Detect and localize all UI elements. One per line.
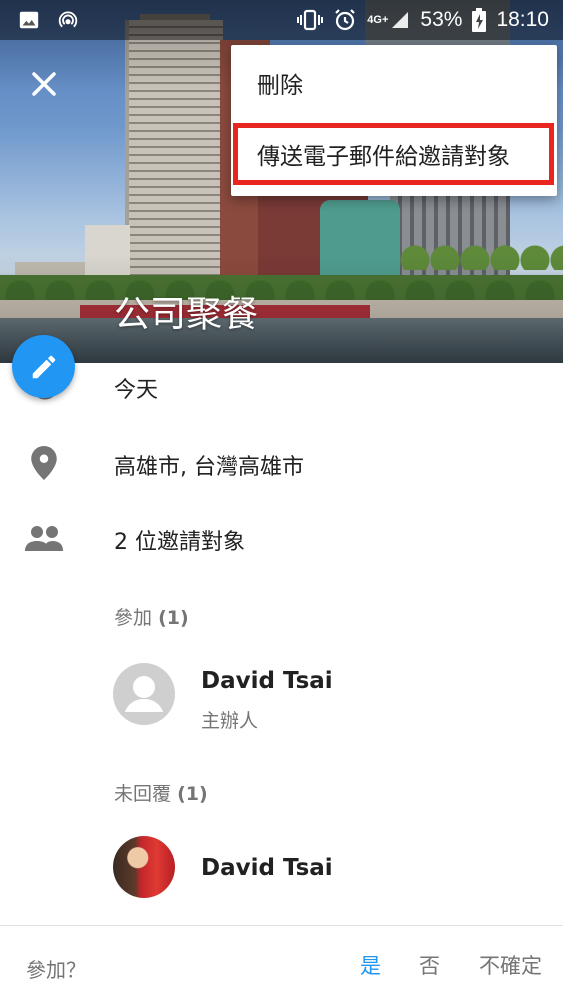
no-reply-label-text: 未回覆 <box>114 783 172 805</box>
people-icon <box>24 525 64 551</box>
guest-row-attending[interactable]: David Tsai 主辦人 <box>0 660 563 740</box>
rsvp-yes-button[interactable]: 是 <box>360 950 381 980</box>
hotspot-icon <box>58 10 78 30</box>
event-title: 公司聚餐 <box>114 294 259 335</box>
battery-charging-icon <box>472 8 487 32</box>
status-bar: 4G+ 53% 18:10 <box>0 0 563 40</box>
close-button[interactable] <box>22 62 66 106</box>
event-date: 今天 <box>114 378 159 403</box>
avatar <box>113 663 175 725</box>
rsvp-no-button[interactable]: 否 <box>419 950 440 980</box>
location-pin-icon <box>24 446 64 480</box>
guests-summary: 2 位邀請對象 <box>114 530 245 555</box>
menu-item-delete[interactable]: 刪除 <box>231 45 557 120</box>
no-reply-label: 未回覆 (1) <box>114 779 208 806</box>
pencil-icon <box>32 355 55 378</box>
guest-row-no-reply[interactable]: David Tsai <box>0 836 563 916</box>
alarm-icon <box>333 8 357 32</box>
vibrate-icon <box>297 9 324 31</box>
edit-button[interactable] <box>12 335 75 398</box>
rsvp-maybe-button[interactable]: 不確定 <box>479 950 542 980</box>
person-icon <box>125 676 163 712</box>
network-badge: 4G+ <box>367 14 389 26</box>
menu-item-email-guests[interactable]: 傳送電子郵件給邀請對象 <box>231 125 557 183</box>
attending-label-text: 參加 <box>114 607 153 629</box>
event-location[interactable]: 高雄市, 台灣高雄市 <box>114 449 304 481</box>
rsvp-bar: 參加？ 是 否 不確定 <box>0 925 563 1000</box>
guest-name: David Tsai <box>201 668 333 694</box>
avatar <box>113 836 175 898</box>
overflow-menu: 刪除 傳送電子郵件給邀請對象 <box>231 45 557 196</box>
clock: 18:10 <box>496 8 549 31</box>
attending-label: 參加 (1) <box>114 603 189 630</box>
rsvp-question: 參加？ <box>26 958 86 982</box>
attending-count: (1) <box>158 607 189 629</box>
battery-percent: 53% <box>420 8 463 31</box>
no-reply-count: (1) <box>177 783 208 805</box>
guest-role: 主辦人 <box>201 710 259 732</box>
close-icon <box>32 72 56 96</box>
signal-icon: 4G+ <box>367 10 410 30</box>
image-icon <box>18 9 40 31</box>
guest-name: David Tsai <box>201 855 333 881</box>
